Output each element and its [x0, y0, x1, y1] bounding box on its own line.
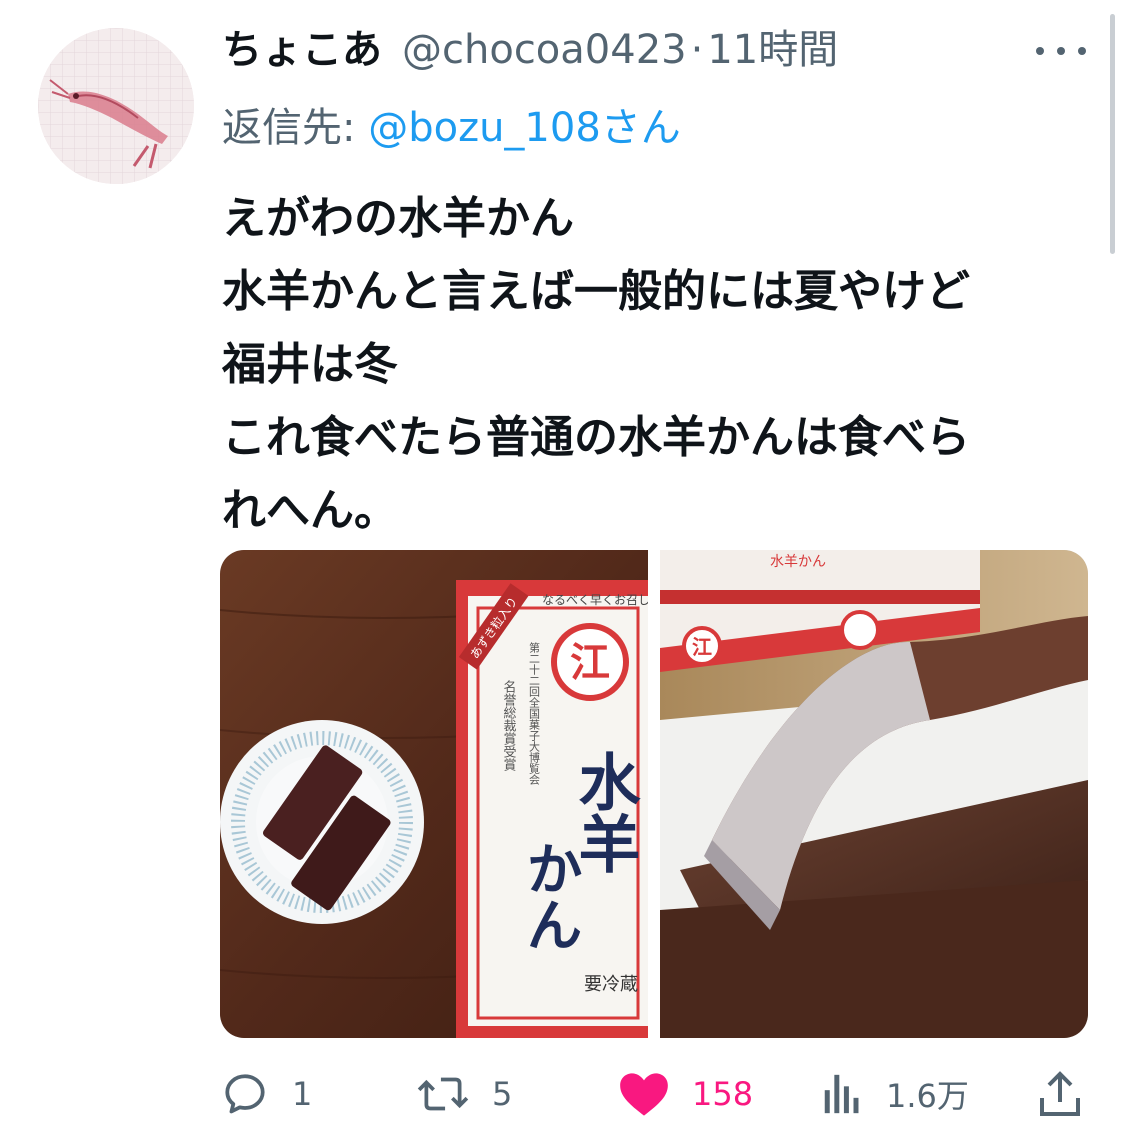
box-award-line1: 第二十二回全国菓子大博覧会	[528, 641, 541, 785]
scrollbar[interactable]	[1110, 14, 1115, 254]
reply-button[interactable]: 1	[220, 1064, 312, 1124]
tweet-text-line: 水羊かんと言えば一般的には夏やけど	[222, 266, 970, 317]
box-title-line2: かん	[517, 840, 583, 952]
tweet-text-line: れへん。	[222, 485, 398, 536]
user-handle[interactable]: @chocoa0423	[402, 22, 687, 78]
tweet-text: えがわの水羊かん 水羊かんと言えば一般的には夏やけど 福井は冬 これ食べたら普通…	[222, 182, 1102, 547]
media-image-left[interactable]: なるべく早くお召し あずき粒入り 江 第二十二回全国菓子大博覧会 名誉総裁賞受賞…	[220, 550, 648, 1038]
views-button[interactable]: 1.6万	[820, 1064, 969, 1124]
media-grid: なるべく早くお召し あずき粒入り 江 第二十二回全国菓子大博覧会 名誉総裁賞受賞…	[220, 550, 1088, 1038]
reply-label: 返信先:	[222, 105, 369, 151]
tweet-text-line: 福井は冬	[222, 339, 398, 390]
like-button[interactable]: 158	[618, 1064, 753, 1124]
more-icon[interactable]	[1036, 36, 1086, 66]
box-bottom-label: 要冷蔵	[584, 974, 638, 995]
box-top-label: なるべく早くお召し	[542, 593, 648, 607]
box-award-line2: 名誉総裁賞受賞	[501, 679, 517, 772]
views-icon	[824, 1074, 859, 1114]
yokan-box-photo: なるべく早くお召し あずき粒入り 江 第二十二回全国菓子大博覧会 名誉総裁賞受賞…	[220, 550, 648, 1038]
yokan-slice-photo: 江 水羊かん	[660, 550, 1088, 1038]
shrimp-avatar-image	[38, 28, 194, 184]
display-name[interactable]: ちょこあ	[222, 22, 382, 78]
reply-icon	[225, 1074, 265, 1114]
slice-box-label: 水羊かん	[770, 554, 826, 570]
reply-to-line: 返信先: @bozu_108さん	[222, 100, 681, 156]
separator-dot: ·	[690, 27, 704, 73]
tweet-actions: 1 5 158 1.6万	[220, 1064, 1100, 1124]
box-logo: 江	[570, 639, 610, 686]
media-gap	[648, 550, 660, 1038]
retweet-count: 5	[492, 1075, 513, 1113]
heart-icon	[620, 1073, 668, 1116]
slice-box-logo: 江	[692, 635, 712, 659]
tweet-text-line: これ食べたら普通の水羊かんは食べら	[222, 412, 970, 463]
views-count: 1.6万	[886, 1077, 969, 1115]
timestamp[interactable]: 11時間	[707, 22, 838, 78]
avatar[interactable]	[38, 28, 194, 184]
media-image-right[interactable]: 江 水羊かん	[660, 550, 1088, 1038]
retweet-button[interactable]: 5	[416, 1064, 512, 1124]
retweet-icon	[417, 1077, 469, 1111]
reply-handle-link[interactable]: @bozu_108さん	[368, 105, 681, 151]
like-count: 158	[692, 1075, 754, 1113]
reply-count: 1	[292, 1075, 313, 1113]
tweet-header: ちょこあ @chocoa0423 · 11時間	[222, 22, 838, 78]
share-button[interactable]	[1038, 1064, 1082, 1124]
tweet-text-line: えがわの水羊かん	[222, 193, 574, 244]
share-icon	[1040, 1071, 1080, 1116]
